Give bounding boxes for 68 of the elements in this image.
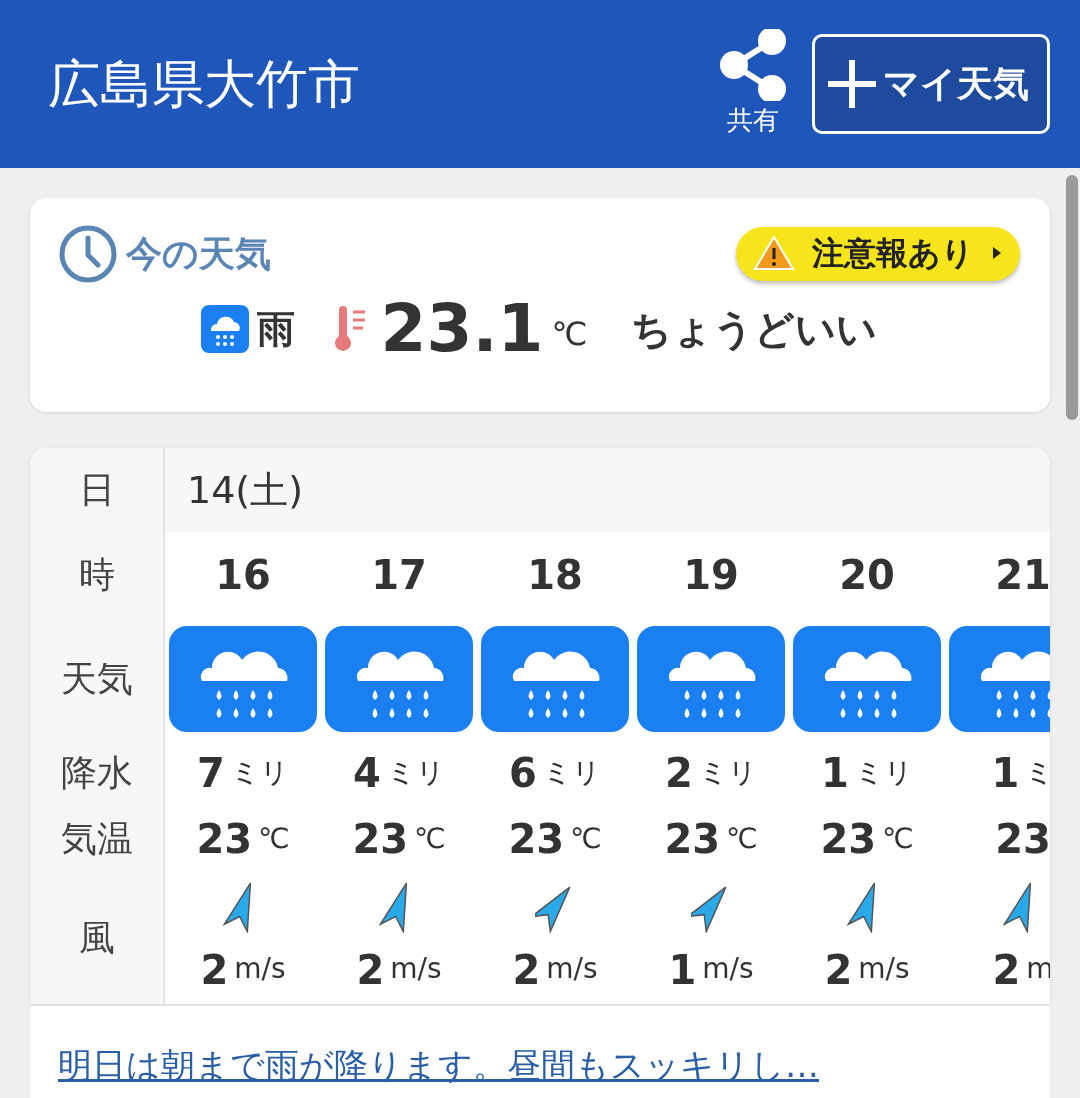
add-my-weather-button[interactable]: マイ天気 [812, 34, 1050, 134]
temperature-unit: ℃ [570, 821, 602, 857]
temperature: 23.1 [380, 296, 544, 362]
hour-label: 17 [371, 551, 427, 600]
wind-speed-value: 2 [512, 946, 541, 995]
weather-text: 雨 [256, 305, 295, 353]
wind-speed-unit: m/s [858, 951, 910, 987]
temperature-value: 23 [196, 815, 253, 864]
precipitation-unit: ミ [1025, 755, 1050, 791]
temperature-value: 23 [995, 815, 1050, 864]
plus-icon [825, 57, 879, 111]
date-text: 14(土) [187, 466, 303, 514]
hour-label: 16 [215, 551, 271, 600]
row-label: 天気 [60, 657, 133, 701]
hour-label: 20 [839, 551, 895, 600]
rain-icon [200, 305, 249, 353]
wind-speed-unit: m/s [390, 951, 442, 987]
precipitation-unit: ミリ [854, 755, 913, 791]
temperature-unit: ℃ [414, 821, 446, 857]
wind-speed-value: 2 [992, 946, 1021, 995]
clock-icon [58, 224, 118, 284]
temperature-value: 23 [508, 815, 565, 864]
share-icon [720, 28, 786, 101]
alert-button[interactable]: 注意報あり [736, 227, 1020, 281]
wind-speed-value: 1 [668, 946, 697, 995]
temperature-unit: ℃ [551, 314, 588, 355]
wind-speed-value: 2 [356, 946, 385, 995]
page-title: 広島県大竹市 [48, 53, 361, 116]
row-label: 降水 [60, 751, 133, 795]
wind-speed-value: 2 [200, 946, 229, 995]
precipitation-value: 4 [353, 749, 381, 798]
row-label: 時 [78, 553, 115, 597]
temperature-unit: ℃ [258, 821, 290, 857]
rain-icon [169, 626, 317, 732]
temperature-value: 23 [820, 815, 877, 864]
precipitation-value: 2 [665, 749, 693, 798]
rain-icon [793, 626, 941, 732]
precipitation-value: 1 [821, 749, 849, 798]
wind-speed-unit: m/s [702, 951, 754, 987]
rain-icon [325, 626, 473, 732]
row-label: 気温 [60, 817, 133, 861]
rain-icon [637, 626, 785, 732]
rain-icon [481, 626, 629, 732]
temperature-unit: ℃ [882, 821, 914, 857]
hour-label: 18 [527, 551, 583, 600]
precipitation-value: 1 [991, 749, 1020, 798]
temperature-value: 23 [352, 815, 409, 864]
section-heading: 今の天気 [126, 232, 271, 276]
wind-speed-unit: m/s [546, 951, 598, 987]
temperature-value: 23 [664, 815, 721, 864]
precipitation-unit: ミリ [230, 755, 289, 791]
thermometer-icon [332, 304, 367, 354]
wind-speed-unit: m/s [234, 951, 286, 987]
precipitation-value: 7 [197, 749, 225, 798]
row-label: 風 [78, 916, 115, 960]
precipitation-value: 6 [509, 749, 537, 798]
precipitation-unit: ミリ [386, 755, 445, 791]
temperature-unit: ℃ [726, 821, 758, 857]
precipitation-unit: ミリ [698, 755, 757, 791]
hour-label: 21 [995, 551, 1050, 600]
precipitation-unit: ミリ [542, 755, 601, 791]
row-label: 日 [78, 468, 115, 512]
comfort-text: ちょうどいい [631, 305, 878, 354]
warning-icon [752, 234, 796, 272]
wind-speed-value: 2 [824, 946, 853, 995]
scrollbar[interactable] [1066, 175, 1078, 420]
hour-label: 19 [683, 551, 739, 600]
share-button[interactable]: 共有 [718, 28, 788, 140]
